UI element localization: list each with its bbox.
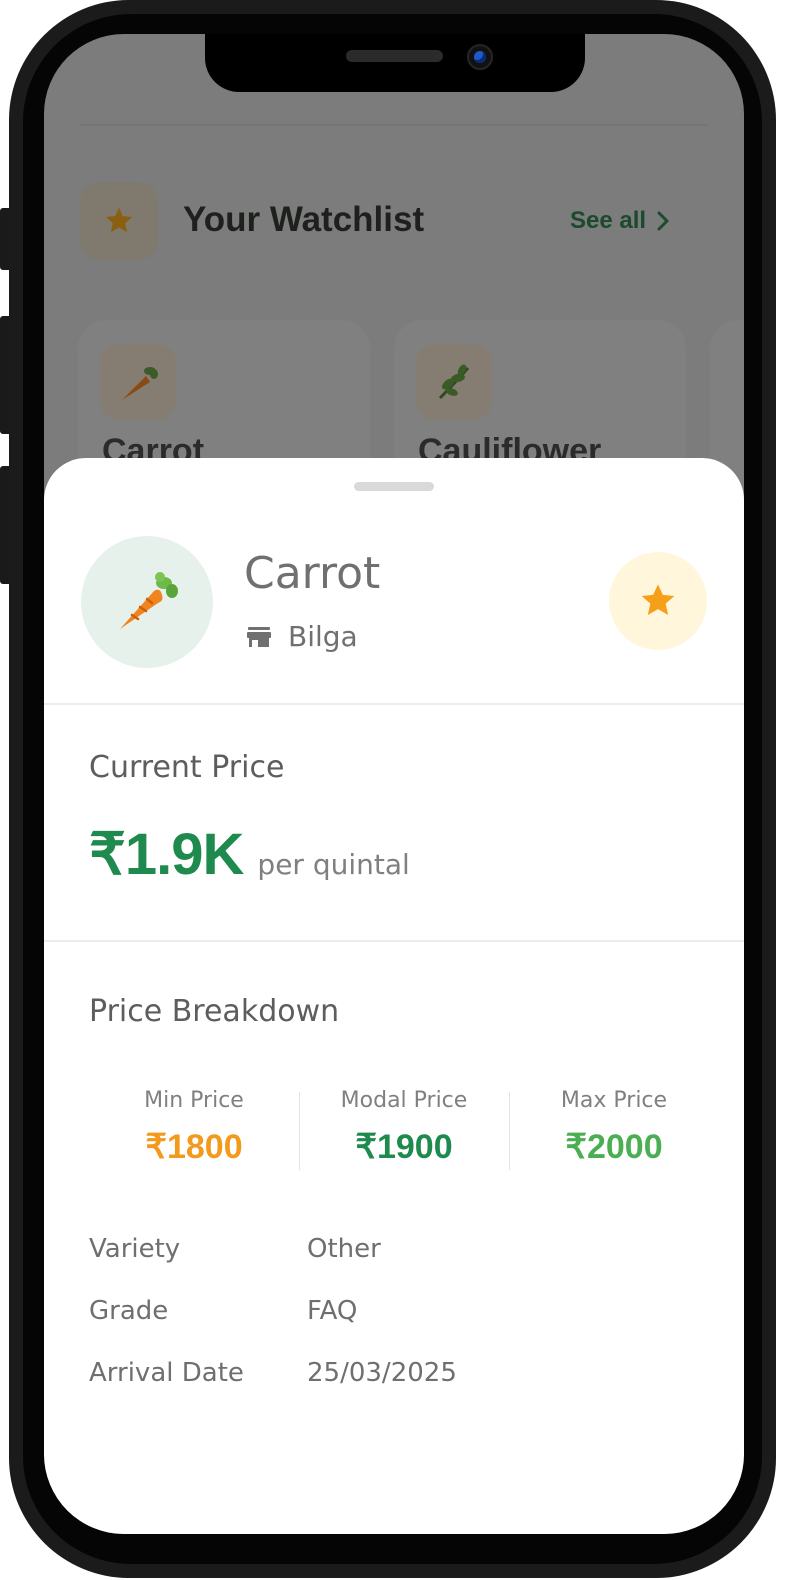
max-price-column: Max Price ₹2000	[509, 1076, 719, 1188]
star-icon	[641, 584, 675, 615]
see-all-label: See all	[570, 207, 647, 234]
carrot-icon	[120, 572, 178, 629]
min-price-label: Min Price	[144, 1088, 244, 1113]
background-divider	[80, 124, 708, 126]
watchlist-title: Your Watchlist	[183, 200, 425, 239]
divider	[44, 703, 744, 705]
price-breakdown-title: Price Breakdown	[89, 994, 340, 1029]
current-price-title: Current Price	[89, 750, 285, 785]
price-unit: per quintal	[257, 848, 410, 881]
detail-row-arrival-date: Arrival Date 25/03/2025	[89, 1342, 457, 1404]
min-price-value: ₹1800	[145, 1128, 243, 1166]
price-breakdown: Min Price ₹1800 Modal Price ₹1900 Max Pr…	[89, 1076, 719, 1188]
see-all-link[interactable]: See all	[570, 207, 670, 235]
leaf-icon	[416, 344, 492, 420]
store-icon	[247, 626, 271, 647]
detail-row-grade: Grade FAQ	[89, 1280, 457, 1342]
max-price-label: Max Price	[560, 1088, 668, 1113]
modal-price-label: Modal Price	[340, 1088, 468, 1113]
divider	[44, 940, 744, 942]
detail-row-variety: Variety Other	[89, 1218, 457, 1280]
watchlist-star-icon	[80, 182, 158, 260]
front-camera	[467, 44, 493, 70]
chevron-right-icon	[657, 211, 669, 231]
market-row: Bilga	[246, 620, 358, 653]
screen: Your Watchlist See all Carrot Cauliflowe…	[44, 34, 744, 1534]
max-price-value: ₹2000	[565, 1128, 663, 1166]
price-detail-sheet: Carrot Bilga Current Price ₹1.9K per qui…	[44, 458, 744, 1534]
detail-label: Variety	[89, 1234, 181, 1264]
favorite-button[interactable]	[609, 552, 707, 650]
details-list: Variety Other Grade FAQ Arrival Date 25/…	[89, 1218, 457, 1404]
modal-price-column: Modal Price ₹1900	[299, 1076, 509, 1188]
current-price-row: ₹1.9K per quintal	[89, 820, 410, 888]
market-name: Bilga	[288, 620, 358, 653]
min-price-column: Min Price ₹1800	[89, 1076, 299, 1188]
carrot-icon	[100, 344, 176, 420]
produce-name: Carrot	[244, 548, 381, 599]
detail-value: Other	[307, 1234, 381, 1264]
current-price-value: ₹1.9K	[89, 822, 244, 887]
speaker-grille	[346, 50, 443, 62]
detail-label: Grade	[89, 1296, 169, 1326]
detail-label: Arrival Date	[89, 1358, 244, 1388]
produce-avatar	[81, 536, 213, 668]
sheet-drag-handle[interactable]	[354, 482, 434, 491]
phone-notch	[205, 34, 585, 92]
modal-price-value: ₹1900	[355, 1128, 453, 1166]
detail-value: FAQ	[307, 1296, 358, 1326]
detail-value: 25/03/2025	[307, 1358, 457, 1388]
